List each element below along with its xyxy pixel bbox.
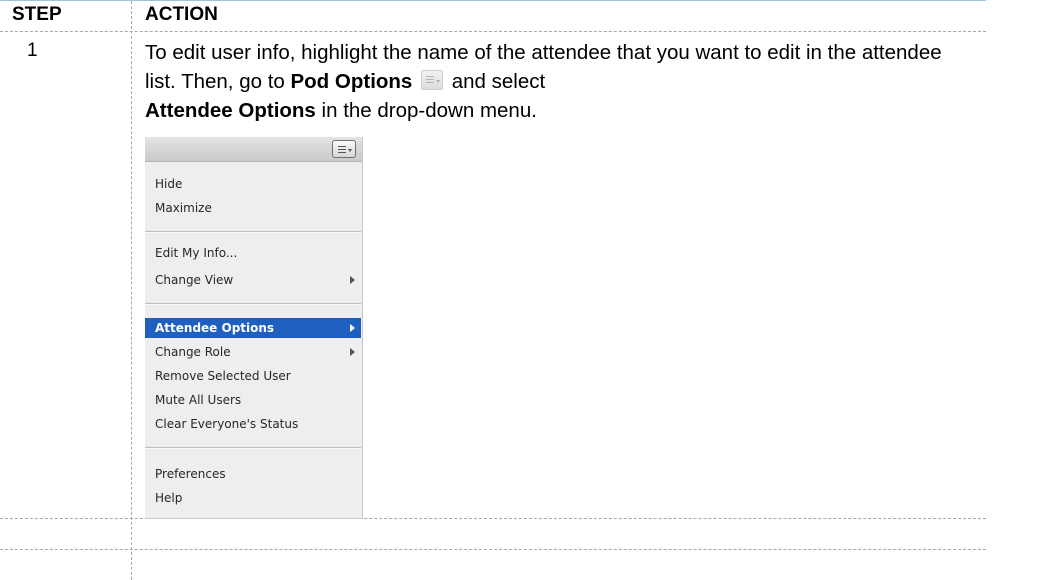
menu-item-label: Help (155, 491, 183, 505)
menu-item-change-view[interactable]: Change View (145, 270, 361, 290)
column-divider (131, 1, 132, 580)
row-divider (0, 549, 986, 550)
header-step: STEP (12, 4, 62, 25)
menu-item-maximize[interactable]: Maximize (145, 198, 361, 218)
menu-item-label: Hide (155, 177, 183, 191)
attendee-options-label: Attendee Options (145, 99, 316, 122)
menu-item-help[interactable]: Help (145, 488, 361, 508)
submenu-arrow-icon (350, 324, 355, 332)
table-top-border (0, 0, 986, 1)
step-number: 1 (27, 40, 38, 61)
submenu-arrow-icon (350, 276, 355, 284)
pod-options-icon (421, 70, 444, 90)
menu-item-label: Change Role (155, 345, 231, 359)
header-divider (0, 31, 986, 32)
menu-item-label: Edit My Info... (155, 246, 238, 260)
pod-options-label: Pod Options (290, 70, 413, 93)
submenu-arrow-icon (350, 348, 355, 356)
menu-item-label: Mute All Users (155, 393, 242, 407)
menu-item-attendee-options[interactable]: Attendee Options (145, 318, 361, 338)
menu-item-clear-everyones-status[interactable]: Clear Everyone's Status (145, 414, 361, 434)
menu-item-change-role[interactable]: Change Role (145, 342, 361, 362)
instruction-text: and select (446, 70, 546, 93)
menu-separator (145, 447, 361, 449)
instruction-text: in the drop-down menu. (315, 99, 537, 122)
menu-item-label: Preferences (155, 467, 226, 481)
menu-item-preferences[interactable]: Preferences (145, 464, 361, 484)
menu-item-mute-all-users[interactable]: Mute All Users (145, 390, 361, 410)
header-action: ACTION (145, 4, 218, 25)
menu-item-hide[interactable]: Hide (145, 174, 361, 194)
menu-item-label: Clear Everyone's Status (155, 417, 299, 431)
menu-separator (145, 303, 361, 305)
menu-item-label: Remove Selected User (155, 369, 291, 383)
menu-title-bar (145, 137, 362, 162)
menu-separator (145, 231, 361, 233)
pod-options-menu: Hide Maximize Edit My Info... Change Vie… (145, 137, 363, 519)
step-instruction: To edit user info, highlight the name of… (145, 38, 975, 125)
pod-options-button[interactable] (332, 140, 356, 158)
menu-item-remove-selected-user[interactable]: Remove Selected User (145, 366, 361, 386)
menu-item-label: Change View (155, 273, 234, 287)
menu-item-edit-my-info[interactable]: Edit My Info... (145, 243, 361, 263)
menu-item-label: Attendee Options (155, 321, 275, 335)
menu-item-label: Maximize (155, 201, 212, 215)
